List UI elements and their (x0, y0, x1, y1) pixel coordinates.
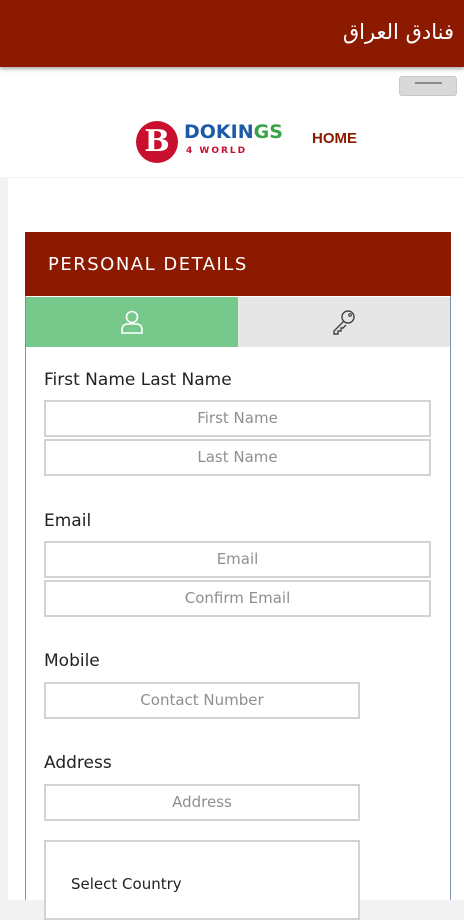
mobile-section-label: Mobile (44, 651, 100, 671)
email-field[interactable]: Email (44, 541, 431, 578)
first-name-field[interactable]: First Name (44, 400, 431, 437)
last-name-field[interactable]: Last Name (44, 439, 431, 476)
app-title: فنادق العراق (342, 20, 454, 44)
address-field[interactable]: Address (44, 784, 360, 821)
brand-logo[interactable]: B DOKINGS 4 WORLD (134, 119, 299, 165)
logo-wordmark: DOKINGS (184, 120, 283, 144)
country-select-label: Select Country (71, 875, 182, 893)
panel-title: PERSONAL DETAILS (48, 254, 248, 275)
app-bar: فنادق العراق (0, 0, 464, 67)
home-link[interactable]: HOME (312, 130, 357, 147)
tab-personal-details[interactable] (26, 297, 238, 347)
address-section-label: Address (44, 753, 112, 773)
hamburger-icon (415, 82, 442, 84)
user-icon (121, 310, 143, 334)
confirm-email-field[interactable]: Confirm Email (44, 580, 431, 617)
contact-number-field[interactable]: Contact Number (44, 682, 360, 719)
email-section-label: Email (44, 511, 92, 531)
country-select[interactable]: Select Country (44, 840, 360, 920)
logo-wordmark-part1: DOKIN (184, 121, 254, 143)
logo-tagline: 4 WORLD (186, 146, 248, 156)
menu-toggle-button[interactable] (399, 76, 457, 96)
logo-mark-letter: B (144, 124, 170, 159)
panel-header: PERSONAL DETAILS (25, 232, 451, 296)
key-icon (333, 310, 355, 335)
logo-wordmark-part2: GS (253, 121, 283, 143)
name-section-label: First Name Last Name (44, 370, 232, 390)
tab-account-password[interactable] (238, 297, 450, 347)
